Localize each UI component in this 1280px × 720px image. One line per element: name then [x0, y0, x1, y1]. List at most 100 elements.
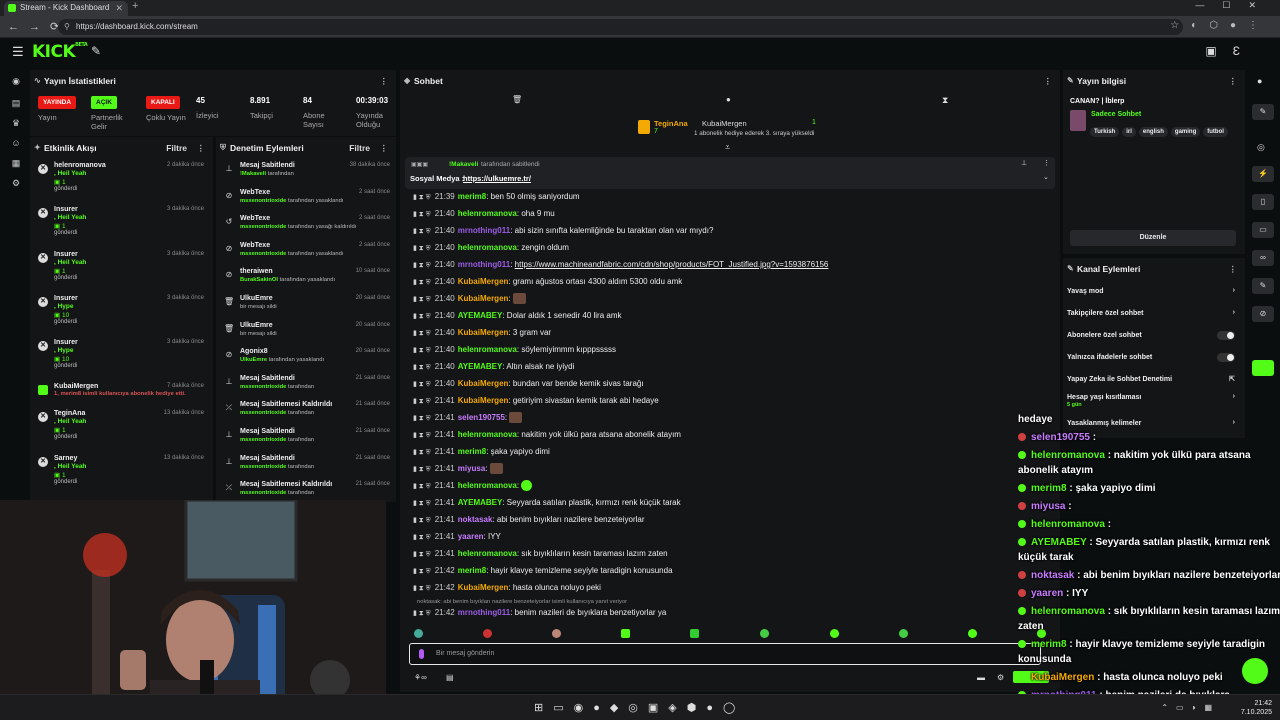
- chat-message[interactable]: ▮ ⧗ ⛨ 21:40 mrnothing011: https://www.mach…: [413, 258, 828, 272]
- message-mod-icons[interactable]: ▮ ⧗ ⛨: [413, 415, 431, 422]
- moderation-item[interactable]: ⊥ Mesaj Sabitlendi 21 saat önce msxenont…: [216, 455, 396, 477]
- message-user[interactable]: yaaren: [458, 532, 484, 541]
- chat-tab-icon[interactable]: ●: [726, 95, 731, 104]
- pinned-link[interactable]: https://ulkuemre.tr/: [463, 174, 531, 183]
- chat-message[interactable]: ▮ ⧗ ⛨ 21:40 AYEMABEY: Altın alsak ne iyiyd…: [413, 360, 574, 374]
- chat-message[interactable]: ▮ ⧗ ⛨ 21:41 yaaren: IYY: [413, 530, 501, 544]
- creator-tools-icon[interactable]: ✎: [91, 44, 101, 58]
- chat-message[interactable]: ▮ ⧗ ⛨ 21:41 miyusa:: [413, 462, 503, 476]
- pinned-more-icon[interactable]: ⋮: [1043, 159, 1050, 167]
- message-mod-icons[interactable]: ▮ ⧗ ⛨: [413, 585, 431, 592]
- chat-message[interactable]: ▮ ⧗ ⛨ 21:39 merim8: ben 50 olmiş saniyordu…: [413, 190, 580, 204]
- moderation-item[interactable]: ⊥ Mesaj Sabitlendi 38 dakika önce !Makav…: [216, 162, 396, 184]
- payout-icon[interactable]: ▦: [10, 158, 22, 170]
- hourglass-tab-icon[interactable]: ⧗: [942, 95, 948, 106]
- message-mod-icons[interactable]: ▮ ⧗ ⛨: [413, 245, 431, 252]
- channel-action-item[interactable]: Takipçilere özel sohbet ›: [1067, 309, 1235, 324]
- channel-action-item[interactable]: Hesap yaşı kısıtlaması 5 gün ›: [1067, 393, 1235, 408]
- chat-bubble-icon[interactable]: ▬: [977, 673, 985, 682]
- chat-message[interactable]: ▮ ⧗ ⛨ 21:42 KubaiMergen: hasta olunca nolu…: [413, 581, 601, 595]
- community-icon[interactable]: ☺: [10, 138, 22, 150]
- activity-item[interactable]: ✕ Insurer 3 dakika önce , Heil Yeah ▣ 1 …: [30, 206, 210, 246]
- edit-button[interactable]: Düzenle: [1070, 230, 1236, 246]
- chat-message[interactable]: ▮ ⧗ ⛨ 21:40 KubaiMergen: gramı ağustos ort…: [413, 275, 682, 289]
- message-mod-icons[interactable]: ▮ ⧗ ⛨: [413, 517, 431, 524]
- message-user[interactable]: merim8: [458, 447, 486, 456]
- message-mod-icons[interactable]: ▮ ⧗ ⛨: [413, 534, 431, 541]
- channel-action-item[interactable]: Abonelere özel sohbet: [1067, 331, 1235, 346]
- support-chat-icon[interactable]: [1242, 658, 1268, 684]
- chat-message[interactable]: ▮ ⧗ ⛨ 21:41 helenromanova:: [413, 479, 533, 493]
- moderation-filter-button[interactable]: Filtre: [349, 137, 370, 159]
- message-user[interactable]: mrnothing011: [458, 226, 510, 235]
- chat-message[interactable]: ▮ ⧗ ⛨ 21:41 helenromanova: sık bıyıklıları…: [413, 547, 668, 561]
- chat-message[interactable]: ▮ ⧗ ⛨ 21:41 helenromanova: nakitim yok ülk…: [413, 428, 681, 442]
- chat-message[interactable]: ▮ ⧗ ⛨ 21:40 KubaiMergen:: [413, 292, 526, 306]
- chat-message[interactable]: ▮ ⧗ ⛨ 21:40 AYEMABEY: Dolar aldık 1 senedi…: [413, 309, 622, 323]
- gift-user[interactable]: KubaiMergen: [702, 119, 747, 128]
- message-mod-icons[interactable]: ▮ ⧗ ⛨: [413, 347, 431, 354]
- message-mod-icons[interactable]: ▮ ⧗ ⛨: [413, 381, 431, 388]
- site-info-icon[interactable]: ⚲: [64, 19, 70, 35]
- settings-icon[interactable]: ⚙: [10, 178, 22, 190]
- message-user[interactable]: mrnothing011: [458, 260, 510, 269]
- moderation-item[interactable]: 🗑 UlkuEmre 20 saat önce bir mesajı sildi: [216, 295, 396, 317]
- toggle-switch[interactable]: [1217, 331, 1235, 340]
- message-user[interactable]: mrnothing011: [458, 608, 510, 617]
- edit-mode-icon[interactable]: ✎: [1252, 104, 1274, 120]
- expand-icon[interactable]: ⩡: [725, 142, 730, 153]
- message-mod-icons[interactable]: ▮ ⧗ ⛨: [413, 568, 431, 575]
- message-user[interactable]: KubaiMergen: [458, 328, 509, 337]
- activity-item[interactable]: ✕ TeginAna 13 dakika önce , Heil Yeah ▣ …: [30, 410, 210, 450]
- channel-action-item[interactable]: Yalnızca ifadelerle sohbet: [1067, 353, 1235, 368]
- message-link[interactable]: https://www.machineandfabric.com/cdn/sho…: [515, 260, 829, 269]
- calendar-icon[interactable]: ▤: [446, 673, 454, 682]
- chat-message[interactable]: ▮ ⧗ ⛨ 21:40 KubaiMergen: bundan var bende …: [413, 377, 644, 391]
- activity-filter-button[interactable]: Filtre: [166, 137, 187, 159]
- message-mod-icons[interactable]: ▮ ⧗ ⛨: [413, 500, 431, 507]
- kick-bot-icon[interactable]: [1252, 360, 1274, 376]
- message-mod-icons[interactable]: ▮ ⧗ ⛨: [413, 211, 431, 218]
- message-user[interactable]: merim8: [458, 192, 486, 201]
- header-right-icons[interactable]: ▣Ɛ: [1205, 44, 1256, 58]
- hamburger-menu-icon[interactable]: ☰: [12, 44, 24, 60]
- message-user[interactable]: helenromanova: [458, 345, 517, 354]
- stats-more-icon[interactable]: ⋮: [380, 70, 389, 92]
- lightning-icon[interactable]: ⚡: [1252, 166, 1274, 182]
- message-mod-icons[interactable]: ▮ ⧗ ⛨: [413, 432, 431, 439]
- new-tab-icon[interactable]: +: [132, 0, 138, 12]
- mobile-icon[interactable]: ▯: [1252, 194, 1274, 210]
- message-mod-icons[interactable]: ▮ ⧗ ⛨: [413, 398, 431, 405]
- emote-bar[interactable]: [410, 627, 1050, 639]
- message-icon[interactable]: ▭: [1252, 222, 1274, 238]
- moderation-item[interactable]: ⊘ WebTexe 2 saat önce msxenontrioxide ta…: [216, 242, 396, 264]
- chat-message[interactable]: ▮ ⧗ ⛨ 21:40 helenromanova: zengin oldum: [413, 241, 569, 255]
- activity-more-icon[interactable]: ⋮: [197, 137, 206, 159]
- message-mod-icons[interactable]: ▮ ⧗ ⛨: [413, 296, 431, 303]
- message-mod-icons[interactable]: ▮ ⧗ ⛨: [413, 483, 431, 490]
- trash-tab-icon[interactable]: 🗑: [512, 95, 522, 104]
- message-user[interactable]: selen190755: [458, 413, 505, 422]
- unpin-icon[interactable]: ⊥: [1021, 159, 1027, 167]
- tools-icon[interactable]: ✎: [1252, 278, 1274, 294]
- moderation-more-icon[interactable]: ⋮: [380, 137, 389, 159]
- moderation-item[interactable]: ⤫ Mesaj Sabitlemesi Kaldırıldı 21 saat ö…: [216, 401, 396, 423]
- message-user[interactable]: AYEMABEY: [458, 311, 503, 320]
- moderation-item[interactable]: ⊥ Mesaj Sabitlendi 21 saat önce msxenont…: [216, 428, 396, 450]
- chat-message[interactable]: ▮ ⧗ ⛨ 21:42 merim8: hayir klavye temizleme…: [413, 564, 673, 578]
- stream-icon[interactable]: ◉: [10, 76, 22, 88]
- browser-tab[interactable]: Stream - Kick Dashboard ✕: [4, 1, 128, 16]
- activity-item[interactable]: ✕ helenromanova 2 dakika önce , Heil Yea…: [30, 162, 210, 202]
- dashboard-icon[interactable]: ▤: [10, 98, 22, 110]
- moderation-item[interactable]: ⊥ Mesaj Sabitlendi 21 saat önce msxenont…: [216, 375, 396, 397]
- activity-item[interactable]: ✕ Insurer 3 dakika önce , Hype ▣ 10 gönd…: [30, 339, 210, 379]
- channel-action-item[interactable]: Yavaş mod ›: [1067, 287, 1235, 302]
- pinned-collapse-icon[interactable]: ⌄: [1043, 173, 1049, 181]
- channel-actions-more-icon[interactable]: ⋮: [1229, 258, 1238, 280]
- message-mod-icons[interactable]: ▮ ⧗ ⛨: [413, 279, 431, 286]
- message-mod-icons[interactable]: ▮ ⧗ ⛨: [413, 313, 431, 320]
- link-icon[interactable]: ∞: [1252, 250, 1274, 266]
- message-user[interactable]: miyusa: [458, 464, 486, 473]
- channel-action-item[interactable]: Yapay Zeka ile Sohbet Denetimi ⇱: [1067, 376, 1235, 390]
- system-tray[interactable]: ⌃▭◗▦: [1161, 703, 1220, 712]
